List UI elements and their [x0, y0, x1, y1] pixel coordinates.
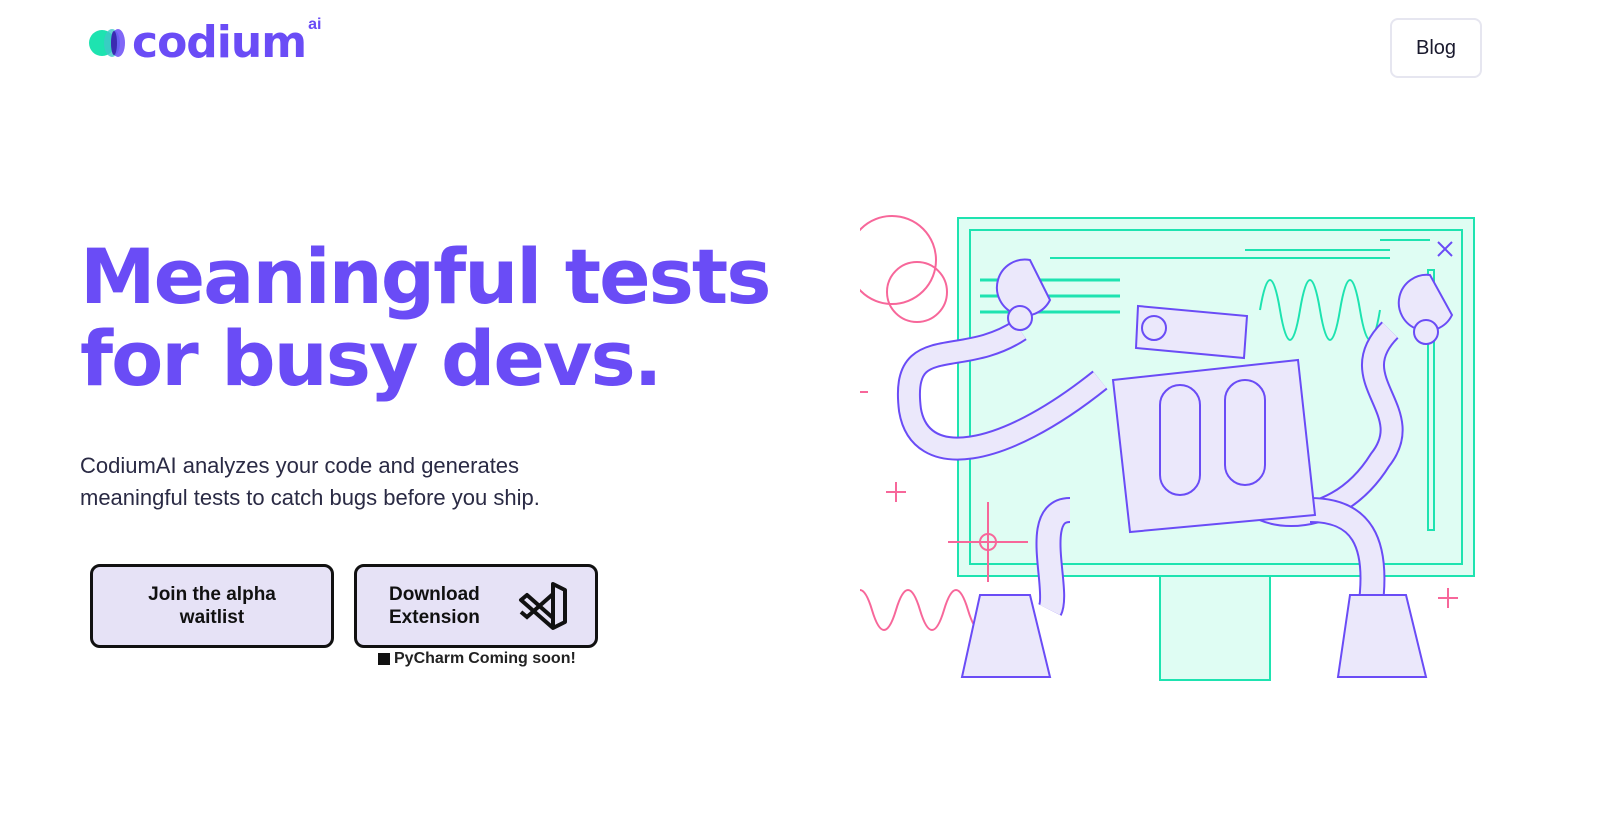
codium-logo[interactable]: codium ai — [88, 16, 322, 68]
download-label: Download Extension — [389, 584, 480, 628]
hero-subtitle: CodiumAI analyzes your code and generate… — [80, 453, 540, 510]
page-title: Meaningful tests for busy devs. — [80, 236, 771, 403]
logo-mark-icon — [89, 29, 125, 57]
download-extension-button[interactable]: Download Extension — [354, 564, 598, 648]
title-line-1: Meaningful tests — [80, 232, 771, 321]
vscode-icon — [519, 582, 567, 630]
blog-link[interactable]: Blog — [1390, 18, 1482, 78]
title-line-2: for busy devs. — [80, 314, 663, 403]
pycharm-icon — [378, 653, 390, 665]
waitlist-label: Join the alpha waitlist — [148, 584, 276, 628]
robot-illustration — [860, 215, 1475, 681]
logo-suffix: ai — [308, 16, 322, 33]
pycharm-coming-soon: PyCharm Coming soon! — [378, 650, 576, 668]
join-waitlist-button[interactable]: Join the alpha waitlist — [90, 564, 334, 648]
logo-text: codium — [132, 17, 307, 68]
